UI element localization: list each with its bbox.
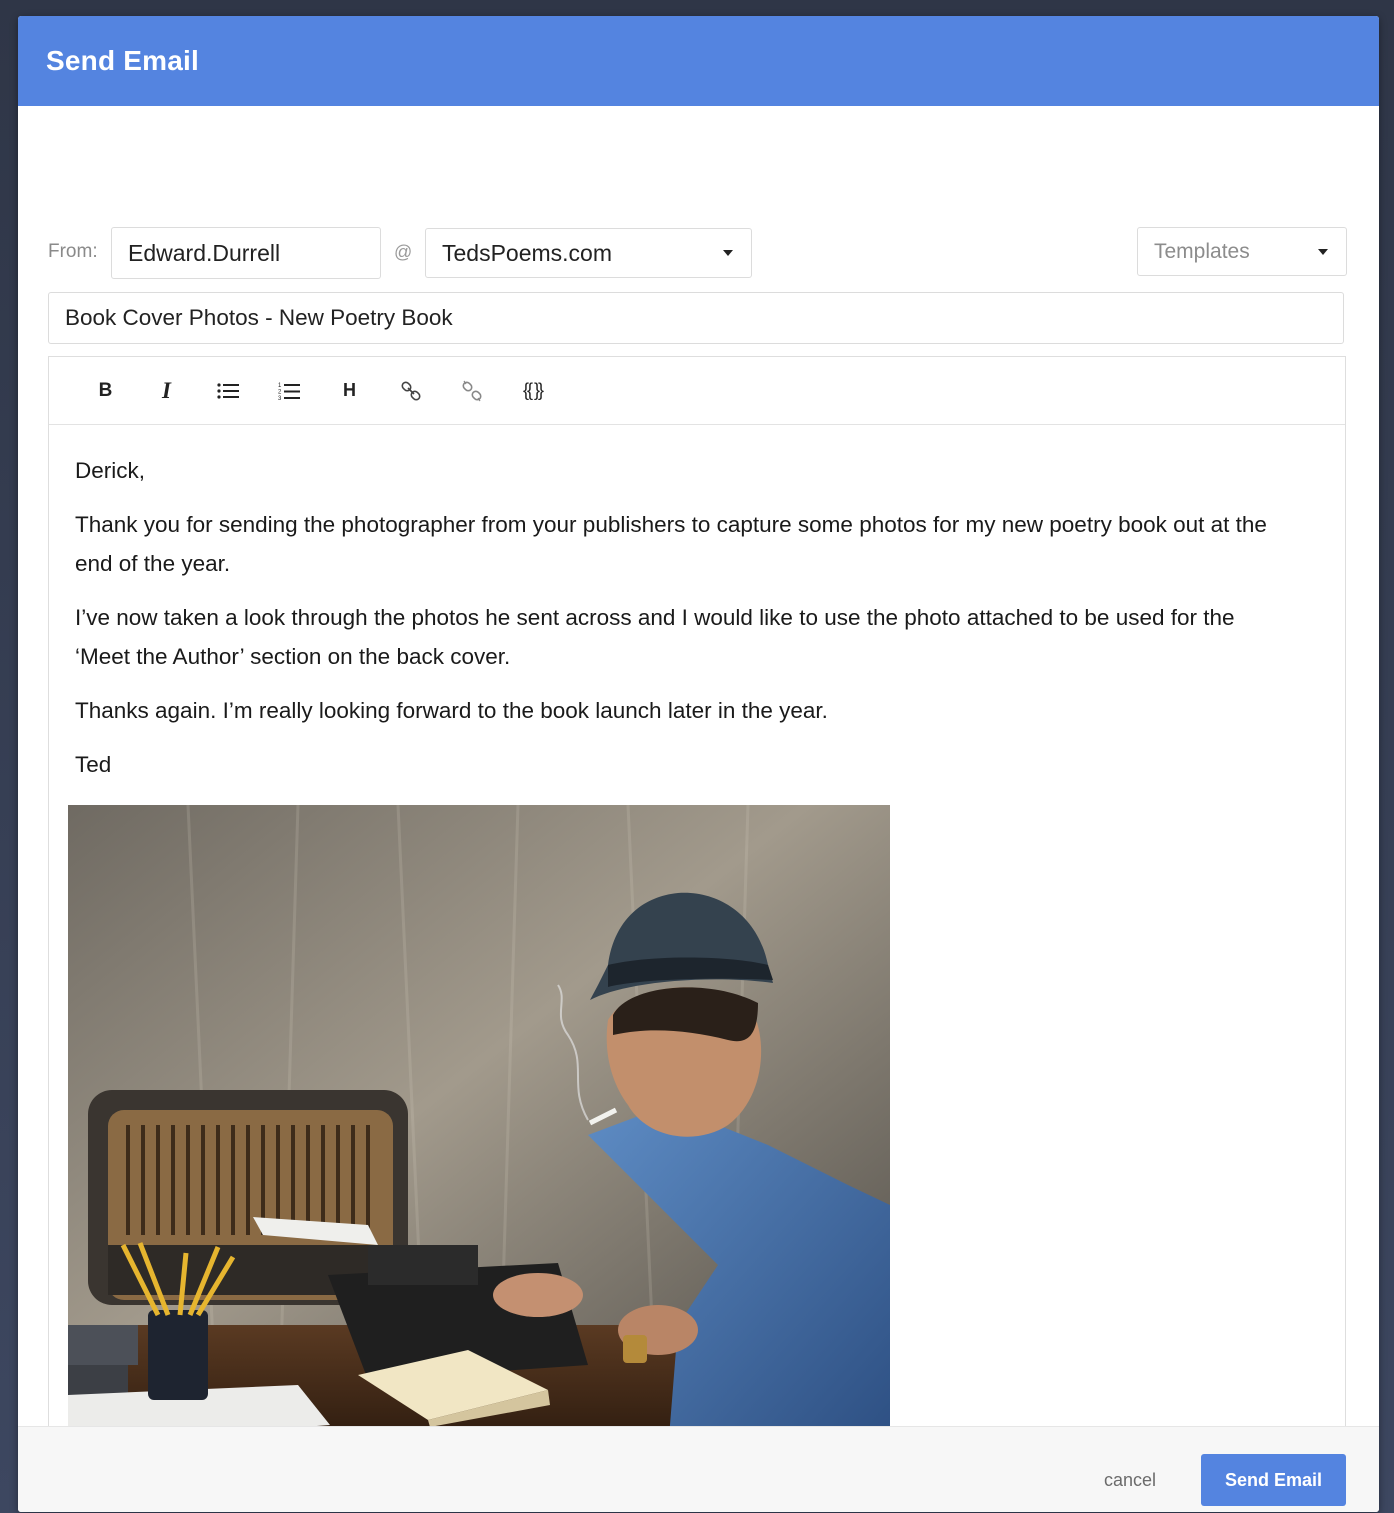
cancel-button[interactable]: cancel [1104, 1470, 1156, 1491]
chevron-down-icon [723, 250, 733, 256]
modal-header: Send Email [18, 16, 1379, 106]
modal-title: Send Email [46, 45, 199, 76]
modal-footer: cancel Send Email [18, 1426, 1379, 1512]
template-variable-button[interactable]: {{ }} [502, 371, 563, 411]
bulleted-list-icon [216, 382, 239, 400]
send-email-modal: Send Email From: Edward.Durrell @ TedsPo… [18, 16, 1379, 1512]
attached-author-photo[interactable] [68, 805, 890, 1450]
chevron-down-icon [1318, 248, 1328, 255]
heading-button[interactable]: H [319, 371, 380, 411]
heading-icon: H [343, 380, 356, 400]
unlink-button[interactable] [441, 371, 502, 411]
email-content[interactable]: Derick, Thank you for sending the photog… [49, 425, 1345, 784]
send-email-label: Send Email [1224, 1469, 1323, 1490]
author-photo-image [68, 805, 890, 1450]
templates-select-placeholder: Templates [1154, 239, 1250, 263]
domain-select-value: TedsPoems.com [442, 239, 613, 266]
svg-text:1: 1 [278, 383, 282, 389]
from-row: From: Edward.Durrell @ TedsPoems.com Tem… [48, 227, 1348, 279]
subject-input[interactable]: Book Cover Photos - New Poetry Book [48, 292, 1344, 344]
at-sign: @ [394, 242, 413, 262]
bold-button[interactable]: B [75, 371, 136, 411]
svg-text:2: 2 [278, 389, 282, 395]
unlink-icon [461, 380, 483, 402]
italic-button[interactable]: I [136, 371, 197, 411]
email-greeting: Derick, [75, 458, 146, 483]
modal-body: From: Edward.Durrell @ TedsPoems.com Tem… [18, 106, 1379, 1488]
domain-select[interactable]: TedsPoems.com [425, 228, 752, 278]
email-paragraph-1: Thank you for sending the photographer f… [75, 512, 1267, 576]
send-email-button[interactable]: Send Email [1201, 1454, 1346, 1506]
link-icon [400, 380, 422, 402]
italic-icon: I [162, 377, 171, 403]
from-label: From: [48, 241, 98, 262]
templates-select[interactable]: Templates [1137, 227, 1347, 276]
bold-icon: B [98, 379, 113, 401]
template-variable-icon: {{ }} [522, 380, 544, 400]
from-username-value: Edward.Durrell [128, 239, 281, 266]
numbered-list-button[interactable]: 123 [258, 371, 319, 411]
email-paragraph-3: Thanks again. I’m really looking forward… [75, 698, 828, 723]
email-paragraph-2: I’ve now taken a look through the photos… [75, 605, 1235, 669]
numbered-list-icon: 123 [278, 381, 300, 401]
editor-toolbar: B I 123 H {{}} [49, 357, 1345, 425]
svg-text:3: 3 [278, 396, 282, 401]
from-username-field[interactable]: Edward.Durrell [111, 227, 381, 279]
email-signature: Ted [75, 752, 112, 777]
email-editor[interactable]: B I 123 H {{}} Derick, Thank you for se… [48, 356, 1346, 1488]
subject-value: Book Cover Photos - New Poetry Book [65, 305, 453, 330]
bulleted-list-button[interactable] [197, 371, 258, 411]
link-button[interactable] [380, 371, 441, 411]
